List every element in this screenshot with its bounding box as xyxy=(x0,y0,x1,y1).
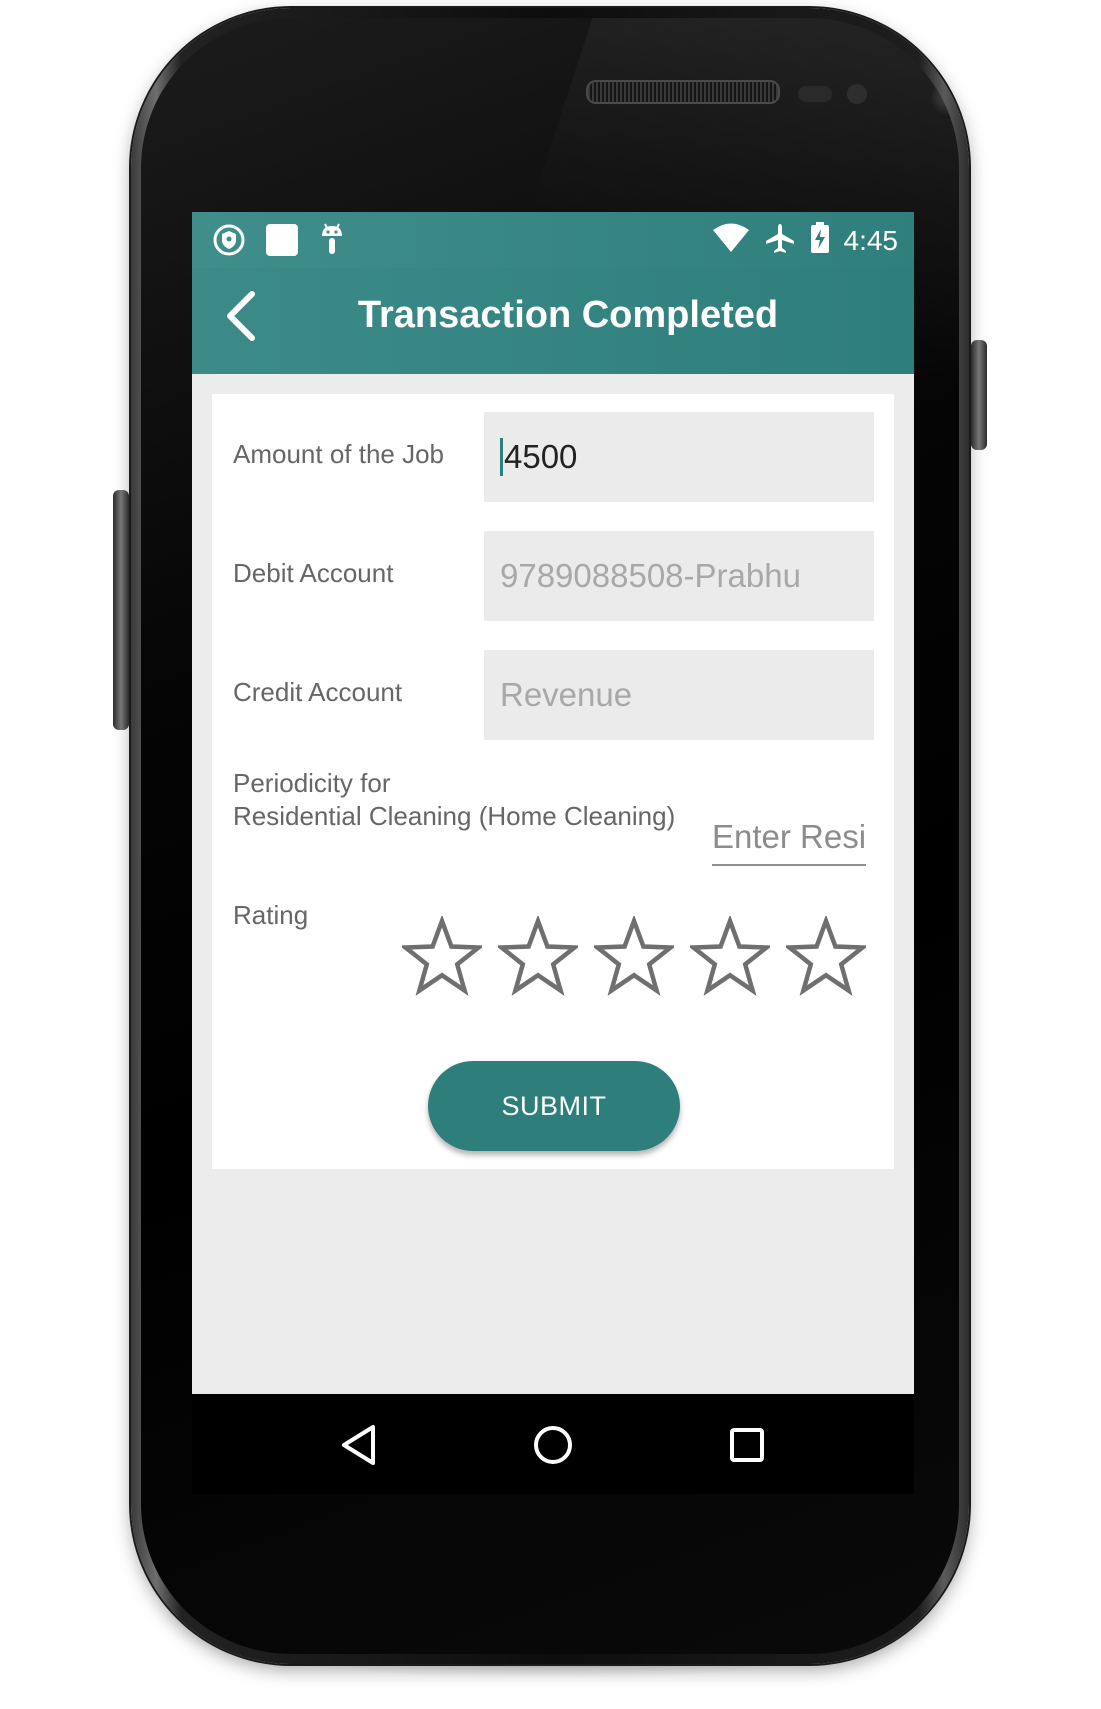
transaction-form: Amount of the Job 4500 Debit Account 978… xyxy=(212,394,894,1169)
rating-bar[interactable] xyxy=(402,916,866,996)
battery-charging-icon xyxy=(810,222,830,259)
periodicity-label-line1: Periodicity for xyxy=(233,768,391,798)
amount-label: Amount of the Job xyxy=(233,439,445,469)
earpiece-speaker xyxy=(586,80,780,104)
nav-home-button[interactable] xyxy=(526,1418,580,1472)
periodicity-label-line2: Residential Cleaning (Home Cleaning) xyxy=(233,801,676,831)
amount-input[interactable]: 4500 xyxy=(484,412,874,502)
credit-account-field[interactable]: Revenue xyxy=(484,650,874,740)
app-bar: Transaction Completed xyxy=(192,268,914,374)
star-2-icon[interactable] xyxy=(498,916,578,996)
proximity-sensor xyxy=(798,86,832,102)
text-cursor xyxy=(500,438,503,476)
light-sensor xyxy=(847,84,867,104)
status-bar: 4:45 xyxy=(192,212,914,268)
volume-button xyxy=(113,490,129,730)
status-time: 4:45 xyxy=(843,224,899,256)
rating-label: Rating xyxy=(233,900,309,930)
amount-value: 4500 xyxy=(504,438,578,475)
star-3-icon[interactable] xyxy=(594,916,674,996)
shield-notification-icon xyxy=(212,223,246,262)
navigation-bar xyxy=(192,1394,914,1494)
back-triangle-icon xyxy=(342,1425,375,1465)
square-notification-icon xyxy=(264,222,300,263)
star-4-icon[interactable] xyxy=(690,916,770,996)
power-button xyxy=(971,340,987,450)
nav-back-button[interactable] xyxy=(332,1418,386,1472)
page-title: Transaction Completed xyxy=(357,294,779,336)
android-notification-icon xyxy=(318,222,346,263)
app-screen: 4:45 Transaction Completed Amount of the… xyxy=(192,212,914,1394)
credit-account-label: Credit Account xyxy=(233,677,403,707)
periodicity-input[interactable]: Enter Resi xyxy=(712,814,866,866)
nav-recents-button[interactable] xyxy=(720,1418,774,1472)
star-5-icon[interactable] xyxy=(786,916,866,996)
debit-account-label: Debit Account xyxy=(233,558,394,588)
submit-button[interactable]: SUBMIT xyxy=(428,1061,680,1151)
star-1-icon[interactable] xyxy=(402,916,482,996)
debit-account-field[interactable]: 9789088508-Prabhu xyxy=(484,531,874,621)
home-circle-icon xyxy=(534,1426,572,1464)
airplane-mode-icon xyxy=(764,222,796,259)
recents-square-icon xyxy=(730,1428,764,1462)
wifi-icon xyxy=(712,223,750,258)
periodicity-label: Periodicity for Residential Cleaning (Ho… xyxy=(233,767,675,833)
